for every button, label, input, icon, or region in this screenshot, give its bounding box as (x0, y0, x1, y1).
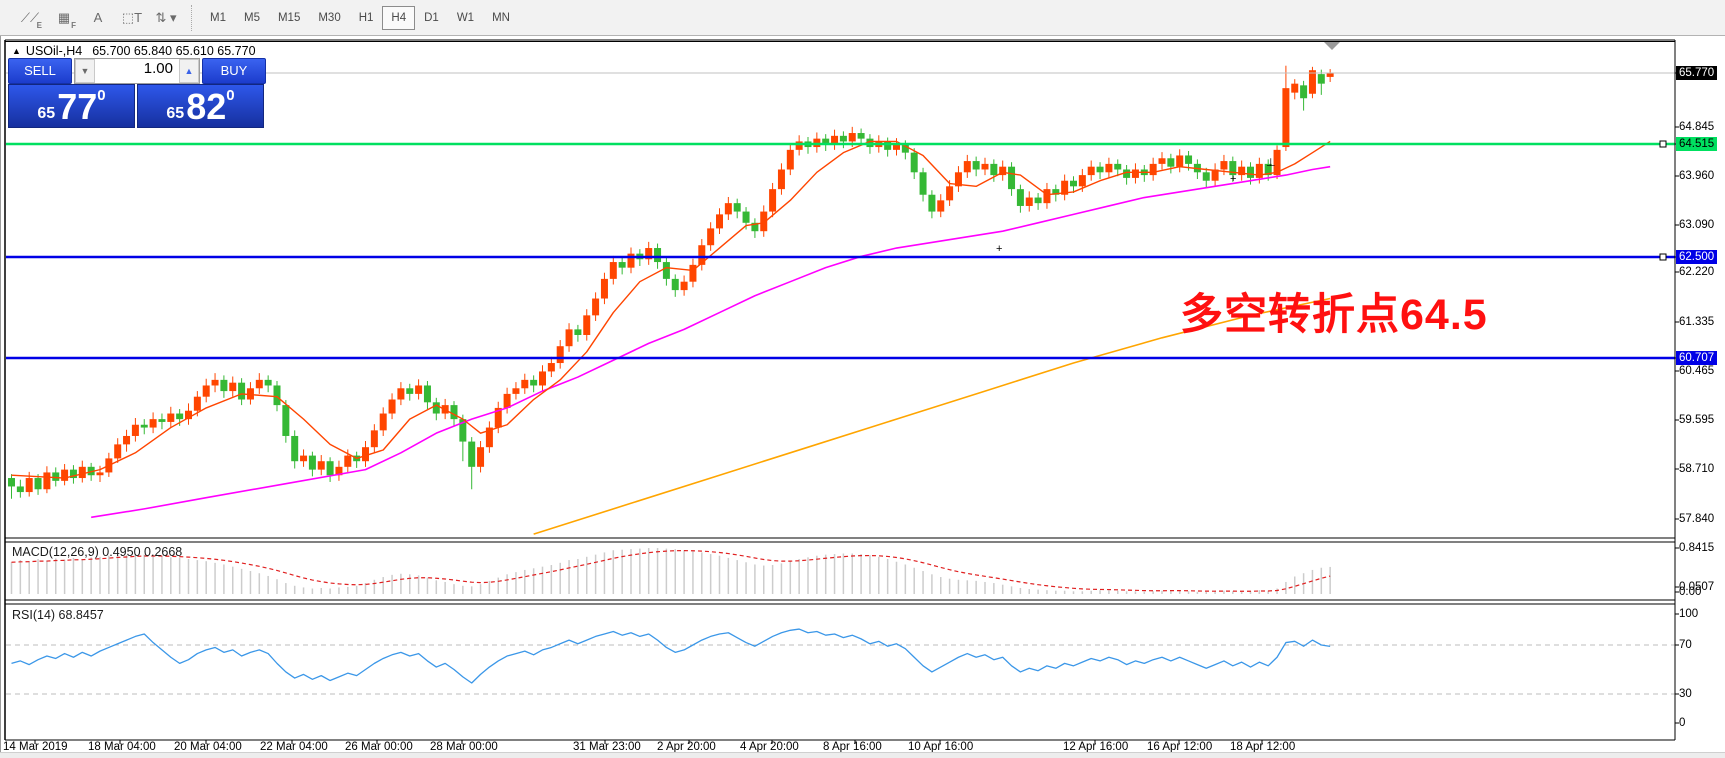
volume-value[interactable]: 1.00 (95, 59, 179, 83)
buy-price-small: 65 (166, 104, 184, 124)
trade-panel-prices: 65 77 0 65 82 0 (8, 84, 266, 128)
rsi-tick-label: 0 (1679, 716, 1685, 730)
price-tick-label: 63.090 (1679, 218, 1714, 232)
toolbar-spacer (2, 5, 3, 31)
hline-price-label: 60.707 (1676, 351, 1717, 365)
mt4-terminal: ⟋⟋E▦FA⬚T⇅ ▾ M1M5M15M30H1H4D1W1MN + + ⊥ ▲ US… (0, 0, 1725, 758)
macd-tick-label: 0.8415 (1679, 541, 1714, 555)
buy-button[interactable]: BUY (202, 58, 266, 84)
symbol-info: ▲ USOil-,H4 65.700 65.840 65.610 65.770 (12, 44, 256, 58)
price-tick-label: 58.710 (1679, 462, 1714, 476)
sell-price-small: 65 (37, 104, 55, 124)
tf-D1[interactable]: D1 (415, 6, 448, 30)
price-tick-label: 60.465 (1679, 364, 1714, 378)
one-click-trade-panel: SELL ▼ 1.00 ▲ BUY 65 77 0 65 82 0 (8, 58, 266, 128)
buy-price-box[interactable]: 65 82 0 (137, 84, 264, 128)
tf-W1[interactable]: W1 (448, 6, 483, 30)
volume-increase-button[interactable]: ▲ (179, 59, 199, 83)
toolbar-separator (191, 5, 193, 31)
price-tick-label: 64.845 (1679, 120, 1714, 134)
chart-annotation: 多空转折点64.5 (1180, 280, 1488, 342)
timeframe-group: M1M5M15M30H1H4D1W1MN (201, 6, 519, 30)
sell-price-sup: 0 (97, 89, 105, 103)
status-strip (0, 752, 1725, 758)
rsi-tick-label: 70 (1679, 638, 1692, 652)
symbol-name: USOil-,H4 (26, 44, 82, 58)
hline-price-label: 62.500 (1676, 250, 1717, 264)
toolbar: ⟋⟋E▦FA⬚T⇅ ▾ M1M5M15M30H1H4D1W1MN (0, 0, 1725, 36)
panel-toggle-icon[interactable]: ▲ (12, 46, 21, 56)
rsi-tick-label: 30 (1679, 687, 1692, 701)
price-tick-label: 61.335 (1679, 315, 1714, 329)
price-tick-label: 57.840 (1679, 512, 1714, 526)
sell-price-big: 77 (57, 90, 97, 124)
tf-M5[interactable]: M5 (235, 6, 269, 30)
draw-hatch-icon[interactable]: ⟋⟋E (15, 5, 45, 31)
sell-price-box[interactable]: 65 77 0 (8, 84, 135, 128)
svg-text:+: + (996, 243, 1002, 255)
drawing-tools-group: ⟋⟋E▦FA⬚T⇅ ▾ (11, 5, 181, 31)
svg-text:⊥: ⊥ (1266, 157, 1276, 169)
textbox-t-icon[interactable]: ⬚T (117, 5, 147, 31)
tf-M30[interactable]: M30 (309, 6, 349, 30)
hline-price-label: 64.515 (1676, 137, 1717, 151)
tf-MN[interactable]: MN (483, 6, 519, 30)
macd-tick-label: 0.00 (1679, 585, 1701, 599)
tf-M15[interactable]: M15 (269, 6, 309, 30)
buy-price-sup: 0 (226, 89, 234, 103)
volume-decrease-button[interactable]: ▼ (75, 59, 95, 83)
buy-price-big: 82 (186, 90, 226, 124)
tf-M1[interactable]: M1 (201, 6, 235, 30)
sell-button[interactable]: SELL (8, 58, 72, 84)
current-price-label: 65.770 (1676, 66, 1717, 80)
rsi-label: RSI(14) 68.8457 (12, 608, 104, 622)
grid-icon[interactable]: ▦F (49, 5, 79, 31)
tf-H4[interactable]: H4 (382, 6, 415, 30)
rsi-tick-label: 100 (1679, 607, 1698, 621)
price-tick-label: 59.595 (1679, 413, 1714, 427)
svg-text:+: + (1230, 173, 1236, 185)
price-tick-label: 62.220 (1679, 265, 1714, 279)
ohlc-readout: 65.700 65.840 65.610 65.770 (92, 44, 255, 58)
text-a-icon[interactable]: A (83, 5, 113, 31)
tf-H1[interactable]: H1 (350, 6, 383, 30)
volume-stepper: ▼ 1.00 ▲ (74, 58, 200, 84)
arrows-tool-icon[interactable]: ⇅ ▾ (151, 5, 181, 31)
trade-panel-top-row: SELL ▼ 1.00 ▲ BUY (8, 58, 266, 84)
macd-label: MACD(12,26,9) 0.4950 0.2668 (12, 545, 182, 559)
price-tick-label: 63.960 (1679, 169, 1714, 183)
